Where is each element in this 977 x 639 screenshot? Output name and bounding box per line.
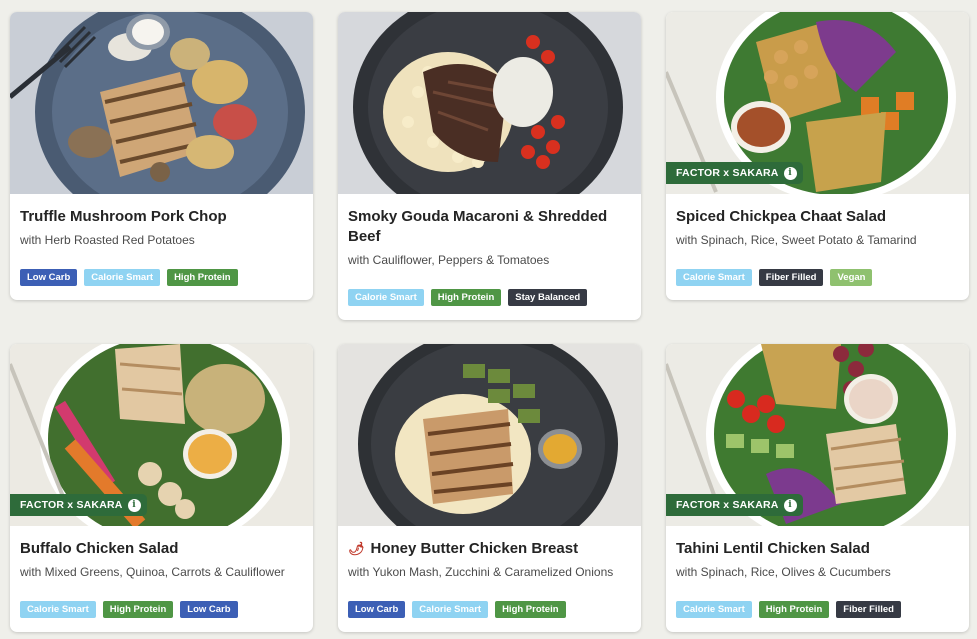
meal-card[interactable]: FACTOR x SAKARA i Spiced Chickpea Chaat … <box>666 12 969 300</box>
meal-title[interactable]: Truffle Mushroom Pork Chop <box>20 207 303 227</box>
meal-card[interactable]: Truffle Mushroom Pork Chop with Herb Roa… <box>10 12 313 300</box>
diet-tag: Calorie Smart <box>676 269 752 286</box>
meal-tags: Calorie Smart High Protein Fiber Filled <box>676 601 959 632</box>
meal-photo: FACTOR x SAKARA i <box>666 12 969 194</box>
diet-tag: Low Carb <box>180 601 238 618</box>
meal-tags: Low Carb Calorie Smart High Protein <box>20 269 303 300</box>
meal-title[interactable]: Smoky Gouda Macaroni & Shredded Beef <box>348 207 631 247</box>
meal-photo: FACTOR x SAKARA i <box>666 344 969 526</box>
diet-tag: Fiber Filled <box>836 601 901 618</box>
meal-photo: FACTOR x SAKARA i <box>10 344 313 526</box>
diet-tag: Calorie Smart <box>20 601 96 618</box>
meal-title[interactable]: Buffalo Chicken Salad <box>20 539 303 559</box>
meal-tags: Calorie Smart High Protein Low Carb <box>20 601 303 632</box>
meal-subtitle: with Herb Roasted Red Potatoes <box>20 233 195 247</box>
meal-subtitle: with Mixed Greens, Quinoa, Carrots & Cau… <box>20 565 285 579</box>
diet-tag: Stay Balanced <box>508 289 588 306</box>
diet-tag: Calorie Smart <box>348 289 424 306</box>
diet-tag: Fiber Filled <box>758 269 824 286</box>
meal-subtitle: with Spinach, Rice, Olives & Cucumbers <box>676 565 891 579</box>
diet-tag: Low Carb <box>20 269 78 286</box>
meal-subtitle: with Cauliflower, Peppers & Tomatoes <box>348 253 550 267</box>
info-icon[interactable]: i <box>783 166 797 180</box>
diet-tag: Calorie Smart <box>676 601 752 618</box>
partner-badge: FACTOR x SAKARA i <box>10 494 147 516</box>
partner-badge-label: FACTOR x SAKARA <box>20 499 123 511</box>
partner-badge: FACTOR x SAKARA i <box>666 162 803 184</box>
meal-card[interactable]: FACTOR x SAKARA i Tahini Lentil Chicken … <box>666 344 969 632</box>
info-icon[interactable]: i <box>783 498 797 512</box>
partner-badge-label: FACTOR x SAKARA <box>676 167 779 179</box>
meal-subtitle: with Yukon Mash, Zucchini & Caramelized … <box>348 565 614 579</box>
diet-tag: High Protein <box>430 289 502 306</box>
meal-tags: Calorie Smart High Protein Stay Balanced <box>348 289 631 320</box>
meal-photo <box>338 344 641 526</box>
meal-card[interactable]: Smoky Gouda Macaroni & Shredded Beef wit… <box>338 12 641 320</box>
meal-card[interactable]: 🌶︎ Honey Butter Chicken Breast with Yuko… <box>338 344 641 632</box>
partner-badge: FACTOR x SAKARA i <box>666 494 803 516</box>
diet-tag: Calorie Smart <box>84 269 161 286</box>
diet-tag: High Protein <box>167 269 238 286</box>
diet-tag: High Protein <box>102 601 174 618</box>
diet-tag: High Protein <box>758 601 830 618</box>
meal-title[interactable]: 🌶︎ Honey Butter Chicken Breast <box>348 539 631 559</box>
meal-tags: Calorie Smart Fiber Filled Vegan <box>676 269 959 300</box>
partner-badge-label: FACTOR x SAKARA <box>676 499 779 511</box>
meal-subtitle: with Spinach, Rice, Sweet Potato & Tamar… <box>676 233 917 247</box>
meal-photo <box>10 12 313 194</box>
meal-title[interactable]: Spiced Chickpea Chaat Salad <box>676 207 959 227</box>
diet-tag: Calorie Smart <box>412 601 489 618</box>
diet-tag: High Protein <box>495 601 566 618</box>
meal-card[interactable]: FACTOR x SAKARA i Buffalo Chicken Salad … <box>10 344 313 632</box>
info-icon[interactable]: i <box>127 498 141 512</box>
meal-photo <box>338 12 641 194</box>
meal-title[interactable]: Tahini Lentil Chicken Salad <box>676 539 959 559</box>
meal-tags: Low Carb Calorie Smart High Protein <box>348 601 631 632</box>
diet-tag: Low Carb <box>348 601 406 618</box>
diet-tag: Vegan <box>830 269 873 286</box>
chili-pepper-icon: 🌶︎ <box>348 541 365 556</box>
